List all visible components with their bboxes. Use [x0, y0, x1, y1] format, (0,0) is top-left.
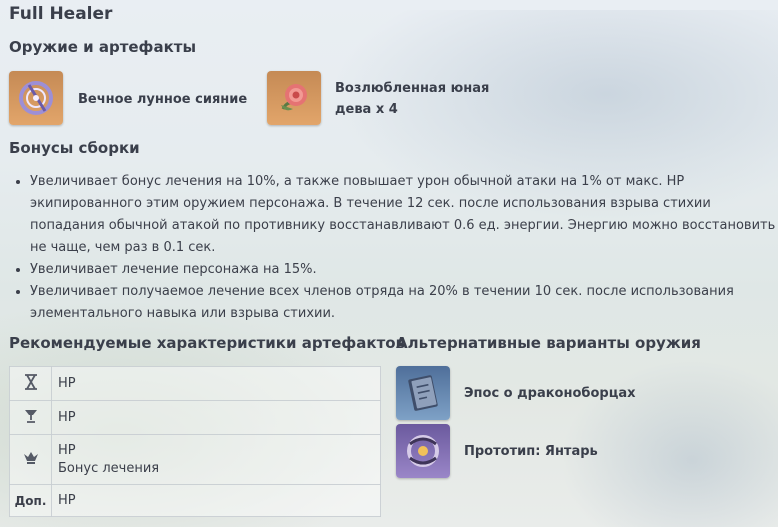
goblet-icon: [24, 410, 37, 423]
table-row: HP: [9, 366, 381, 401]
alt-weapon-dragonslayers[interactable]: [396, 366, 450, 420]
table-row: HP Бонус лечения: [9, 434, 381, 485]
stat-value: HP: [58, 375, 76, 391]
alternatives-heading: Альтернативные варианты оружия: [396, 334, 701, 352]
stat-value: HP: [58, 409, 76, 425]
stat-value: Бонус лечения: [58, 460, 160, 476]
bonus-item: Увеличивает лечение персонажа на 15%.: [30, 259, 778, 281]
alt-weapon-name: Эпос о драконоборцах: [464, 386, 636, 401]
stats-table: HP HP HP Бонус лечения Доп. HP: [9, 366, 381, 517]
bonuses-list: Увеличивает бонус лечения на 10%, а такж…: [12, 171, 778, 325]
artifact-name-line2: дева x 4: [335, 102, 398, 117]
artifact-name-line1: Возлюбленная юная: [335, 81, 490, 96]
stat-value: HP: [58, 492, 76, 508]
table-row: Доп. HP: [9, 484, 381, 517]
alt-weapon-prototype-amber[interactable]: [396, 424, 450, 478]
ring-catalyst-icon: [407, 435, 439, 467]
moon-ring-icon: [19, 81, 53, 115]
weapon-eternal-moonlight[interactable]: [9, 71, 63, 125]
sub-stat-label: Доп.: [9, 484, 52, 517]
bonuses-heading: Бонусы сборки: [9, 139, 140, 157]
artifact-maiden-beloved[interactable]: [267, 71, 321, 125]
hourglass-icon: [24, 374, 37, 390]
weapons-heading: Оружие и артефакты: [9, 38, 197, 56]
book-icon: [408, 375, 438, 411]
stats-heading: Рекомендуемые характеристики артефактов: [9, 334, 406, 352]
table-row: HP: [9, 400, 381, 435]
bonus-item: Увеличивает бонус лечения на 10%, а такж…: [30, 171, 778, 259]
bonus-item: Увеличивает получаемое лечение всех член…: [30, 281, 778, 325]
crown-icon: [23, 452, 38, 464]
page-title: Full Healer: [9, 4, 113, 24]
weapon-name: Вечное лунное сияние: [78, 92, 248, 107]
stat-value: HP: [58, 442, 76, 458]
alt-weapon-name: Прототип: Янтарь: [464, 444, 598, 459]
rose-flower-icon: [281, 84, 307, 111]
